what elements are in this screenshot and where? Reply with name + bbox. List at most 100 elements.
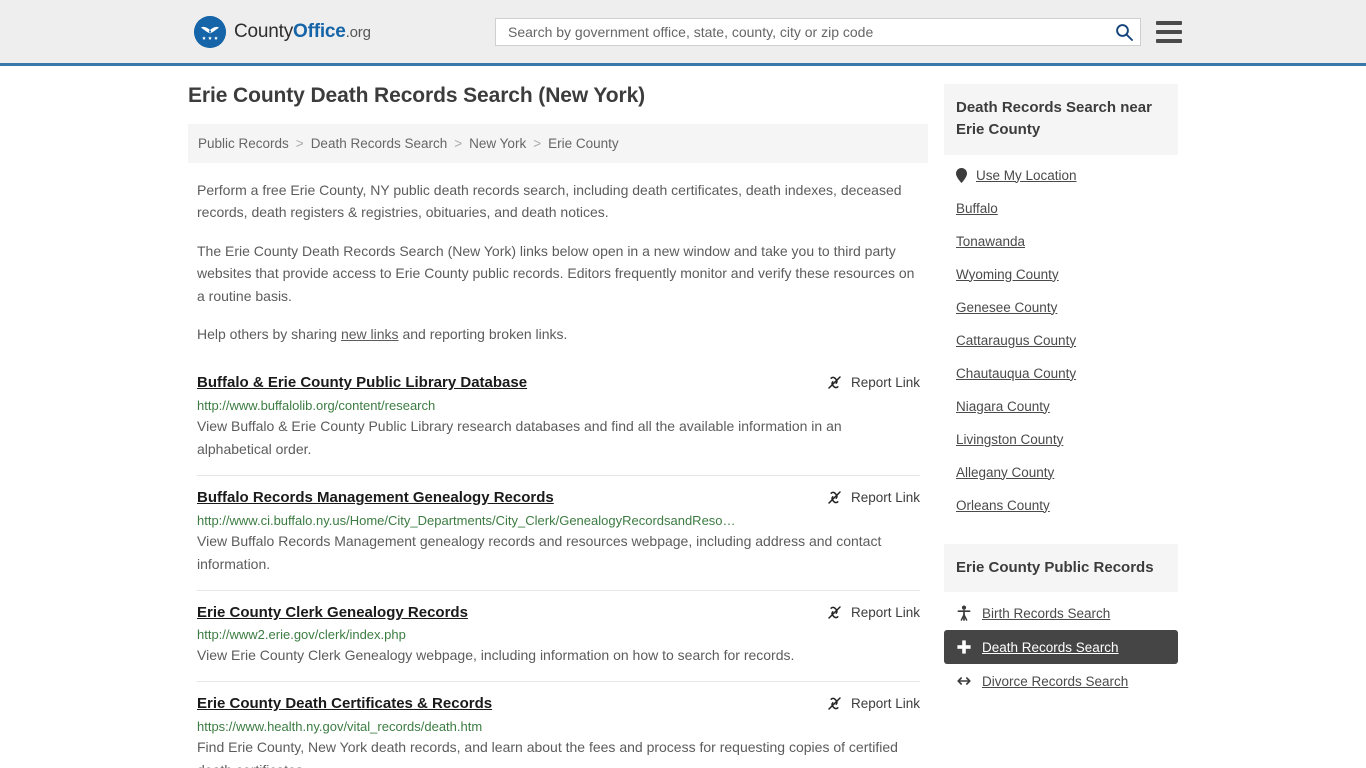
sidebar-public-records-heading: Erie County Public Records: [944, 543, 1178, 593]
main-column: Erie County Death Records Search (New Yo…: [188, 84, 928, 768]
logo-text-office: Office: [293, 20, 346, 42]
content-container: Erie County Death Records Search (New Yo…: [188, 66, 1178, 768]
result-item: Erie County Clerk Genealogy Records Repo…: [197, 589, 920, 682]
hamburger-bar: [1156, 30, 1182, 34]
sidebar-public-records-link[interactable]: Death Records Search: [982, 640, 1119, 655]
report-link-button[interactable]: Report Link: [826, 488, 920, 506]
breadcrumb-separator: >: [454, 136, 463, 151]
result-title-link[interactable]: Buffalo Records Management Genealogy Rec…: [197, 488, 554, 508]
result-title-link[interactable]: Erie County Clerk Genealogy Records: [197, 603, 468, 623]
intro-section: Perform a free Erie County, NY public de…: [188, 179, 928, 345]
hamburger-bar: [1156, 21, 1182, 25]
broken-link-icon: [826, 374, 843, 391]
sidebar-item-niagara-county[interactable]: Niagara County: [944, 390, 1178, 423]
result-item: Buffalo Records Management Genealogy Rec…: [197, 475, 920, 590]
sidebar-public-records-link[interactable]: Birth Records Search: [982, 606, 1110, 621]
broken-link-icon: [826, 489, 843, 506]
hamburger-menu-icon[interactable]: [1156, 21, 1182, 43]
hamburger-bar: [1156, 39, 1182, 43]
breadcrumb: Public Records > Death Records Search > …: [188, 124, 928, 163]
intro-paragraph-3: Help others by sharing new links and rep…: [188, 323, 928, 345]
sidebar-nearby-link[interactable]: Cattaraugus County: [956, 333, 1076, 348]
result-header: Buffalo Records Management Genealogy Rec…: [197, 488, 920, 508]
sidebar-nearby-list: Use My Location Buffalo Tonawanda Wyomin…: [944, 159, 1178, 522]
search-input[interactable]: [506, 23, 1114, 41]
logo-text-county: County: [234, 20, 294, 42]
broken-link-icon: [826, 604, 843, 621]
result-url[interactable]: http://www.buffalolib.org/content/resear…: [197, 398, 920, 413]
breadcrumb-item-new-york[interactable]: New York: [469, 136, 526, 151]
result-header: Erie County Clerk Genealogy Records Repo…: [197, 603, 920, 623]
result-header: Erie County Death Certificates & Records…: [197, 694, 920, 714]
report-link-button[interactable]: Report Link: [826, 694, 920, 712]
sidebar-item-birth-records-search[interactable]: Birth Records Search: [944, 596, 1178, 630]
report-link-label: Report Link: [850, 490, 920, 506]
sidebar-public-records-list: Birth Records Search Death Records Searc…: [944, 596, 1178, 698]
sidebar-nearby-link[interactable]: Wyoming County: [956, 267, 1059, 282]
sidebar-item-use-my-location[interactable]: Use My Location: [944, 159, 1178, 192]
sidebar-item-genesee-county[interactable]: Genesee County: [944, 291, 1178, 324]
sidebar-public-records-link[interactable]: Divorce Records Search: [982, 674, 1128, 689]
result-description: View Buffalo & Erie County Public Librar…: [197, 417, 842, 457]
sidebar-item-buffalo[interactable]: Buffalo: [944, 192, 1178, 225]
sidebar-item-livingston-county[interactable]: Livingston County: [944, 423, 1178, 456]
sidebar-public-records-block: Erie County Public Records Birth Records…: [944, 543, 1178, 699]
baby-icon: [956, 605, 972, 622]
eagle-stars-seal-icon: [194, 15, 226, 48]
sidebar-nearby-heading: Death Records Search near Erie County: [944, 84, 1178, 155]
result-url[interactable]: http://www2.erie.gov/clerk/index.php: [197, 627, 920, 642]
breadcrumb-separator: >: [533, 136, 542, 151]
result-header: Buffalo & Erie County Public Library Dat…: [197, 373, 920, 393]
result-item: Erie County Death Certificates & Records…: [197, 681, 920, 768]
report-link-button[interactable]: Report Link: [826, 603, 920, 621]
result-item: Buffalo & Erie County Public Library Dat…: [197, 367, 920, 475]
result-title-link[interactable]: Buffalo & Erie County Public Library Dat…: [197, 373, 527, 393]
sidebar-item-allegany-county[interactable]: Allegany County: [944, 456, 1178, 489]
sidebar-nearby-link[interactable]: Orleans County: [956, 498, 1050, 513]
sidebar-nearby-link[interactable]: Tonawanda: [956, 234, 1025, 249]
result-description: Find Erie County, New York death records…: [197, 738, 898, 768]
results-list: Buffalo & Erie County Public Library Dat…: [188, 367, 928, 768]
sidebar-item-divorce-records-search[interactable]: Divorce Records Search: [944, 664, 1178, 698]
sidebar-nearby-link[interactable]: Chautauqua County: [956, 366, 1076, 381]
site-logo-text: CountyOffice.org: [234, 21, 371, 43]
breadcrumb-item-public-records[interactable]: Public Records: [198, 136, 289, 151]
page-body: Erie County Death Records Search (New Yo…: [0, 66, 1366, 768]
broken-link-icon: [826, 695, 843, 712]
search-icon[interactable]: [1114, 22, 1134, 42]
sidebar-nearby-link[interactable]: Niagara County: [956, 399, 1050, 414]
result-url[interactable]: http://www.ci.buffalo.ny.us/Home/City_De…: [197, 513, 920, 528]
search-box[interactable]: [495, 18, 1141, 46]
sidebar-nearby-link[interactable]: Livingston County: [956, 432, 1063, 447]
report-link-label: Report Link: [850, 604, 920, 620]
left-right-arrow-icon: [956, 673, 972, 689]
sidebar-item-wyoming-county[interactable]: Wyoming County: [944, 258, 1178, 291]
breadcrumb-item-erie-county[interactable]: Erie County: [548, 136, 619, 151]
result-description: View Buffalo Records Management genealog…: [197, 532, 882, 572]
result-url[interactable]: https://www.health.ny.gov/vital_records/…: [197, 719, 920, 734]
new-links-link[interactable]: new links: [341, 326, 399, 342]
page-title: Erie County Death Records Search (New Yo…: [188, 84, 646, 107]
result-description: View Erie County Clerk Genealogy webpage…: [197, 647, 795, 664]
sidebar-nearby-link[interactable]: Genesee County: [956, 300, 1057, 315]
sidebar-item-tonawanda[interactable]: Tonawanda: [944, 225, 1178, 258]
breadcrumb-item-death-records-search[interactable]: Death Records Search: [311, 136, 448, 151]
intro-p3-before: Help others by sharing: [197, 325, 341, 342]
sidebar: Death Records Search near Erie County Us…: [944, 84, 1178, 768]
intro-paragraph-1: Perform a free Erie County, NY public de…: [197, 182, 902, 221]
site-header: CountyOffice.org: [0, 0, 1366, 66]
sidebar-item-orleans-county[interactable]: Orleans County: [944, 489, 1178, 522]
intro-p3-after: and reporting broken links.: [398, 325, 568, 342]
use-my-location-link[interactable]: Use My Location: [976, 168, 1077, 183]
result-title-link[interactable]: Erie County Death Certificates & Records: [197, 694, 492, 714]
sidebar-nearby-link[interactable]: Allegany County: [956, 465, 1054, 480]
report-link-button[interactable]: Report Link: [826, 373, 920, 391]
logo-text-org: .org: [345, 23, 371, 41]
sidebar-item-cattaraugus-county[interactable]: Cattaraugus County: [944, 324, 1178, 357]
report-link-label: Report Link: [850, 696, 920, 712]
site-logo[interactable]: CountyOffice.org: [194, 15, 371, 48]
sidebar-nearby-link[interactable]: Buffalo: [956, 201, 998, 216]
cross-plus-icon: [956, 639, 972, 655]
sidebar-item-death-records-search[interactable]: Death Records Search: [944, 630, 1178, 665]
sidebar-item-chautauqua-county[interactable]: Chautauqua County: [944, 357, 1178, 390]
